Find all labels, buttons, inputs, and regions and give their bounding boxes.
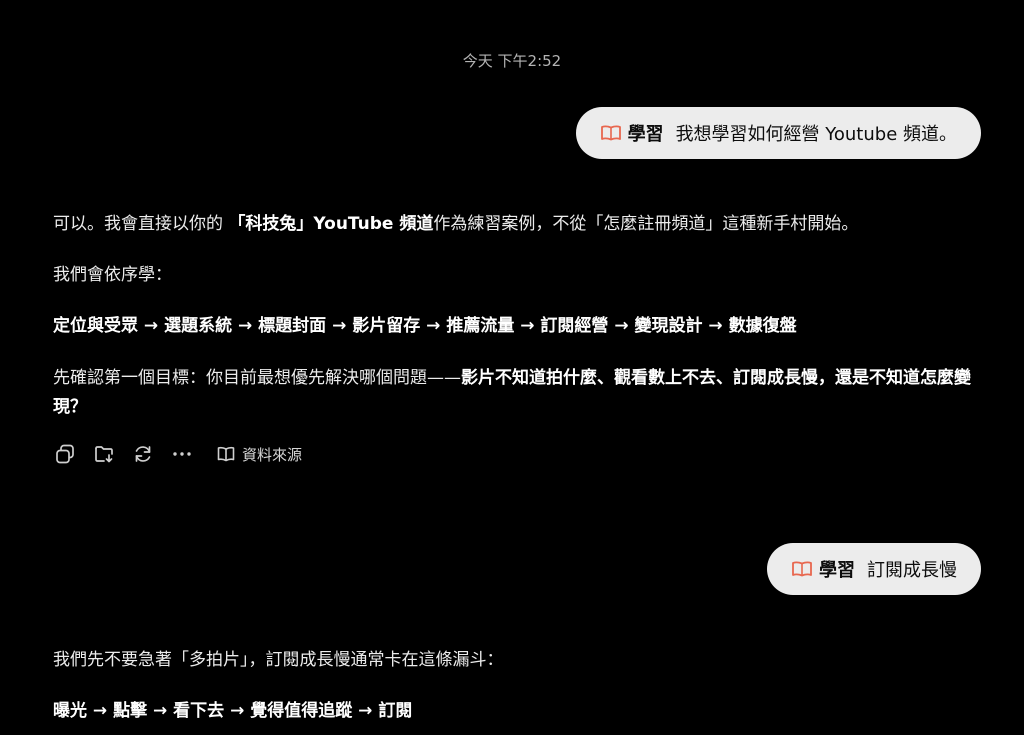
paragraph-text: 可以。我會直接以你的 <box>53 214 229 234</box>
learning-path: 定位與受眾 → 選題系統 → 標題封面 → 影片留存 → 推薦流量 → 訂閱經營… <box>53 316 797 336</box>
assistant-paragraph: 我們會依序學： <box>53 265 172 285</box>
user-message-bubble: 學習 我想學習如何經營 Youtube 頻道。 <box>575 107 981 159</box>
learning-tag: 學習 <box>627 124 664 145</box>
paragraph-text: 先確認第一個目標：你目前最想優先解決哪個問題—— <box>53 368 461 388</box>
user-message-text: 我想學習如何經營 Youtube 頻道。 <box>675 124 957 145</box>
folder-download-icon[interactable] <box>91 441 117 467</box>
learning-tag: 學習 <box>819 560 855 581</box>
paragraph-text: 作為練習案例，不從「怎麼註冊頻道」這種新手村開始。 <box>433 214 859 234</box>
ellipsis-icon[interactable] <box>169 441 195 467</box>
book-icon <box>791 560 813 578</box>
copy-icon[interactable] <box>52 441 78 467</box>
assistant-paragraph: 先確認第一個目標：你目前最想優先解決哪個問題——影片不知道拍什麼、觀看數上不去、… <box>53 364 983 422</box>
assistant-paragraph: 我們先不要急著「多拍片」，訂閱成長慢通常卡在這條漏斗： <box>53 650 504 670</box>
user-message-text: 訂閱成長慢 <box>867 560 957 581</box>
user-message-bubble: 學習 訂閱成長慢 <box>767 543 981 595</box>
subscription-funnel: 曝光 → 點擊 → 看下去 → 覺得值得追蹤 → 訂閱 <box>53 701 413 721</box>
assistant-paragraph: 可以。我會直接以你的 「科技兔」YouTube 頻道作為練習案例，不從「怎麼註冊… <box>53 210 983 239</box>
sources-label: 資料來源 <box>242 445 303 464</box>
bold-text: 「科技兔」YouTube 頻道 <box>228 214 434 234</box>
refresh-icon[interactable] <box>130 441 156 467</box>
book-open-icon <box>217 446 235 462</box>
message-actions: 資料來源 <box>52 441 302 467</box>
message-timestamp: 今天 下午2:52 <box>462 52 562 70</box>
sources-button[interactable]: 資料來源 <box>216 444 302 465</box>
book-icon <box>600 124 622 142</box>
